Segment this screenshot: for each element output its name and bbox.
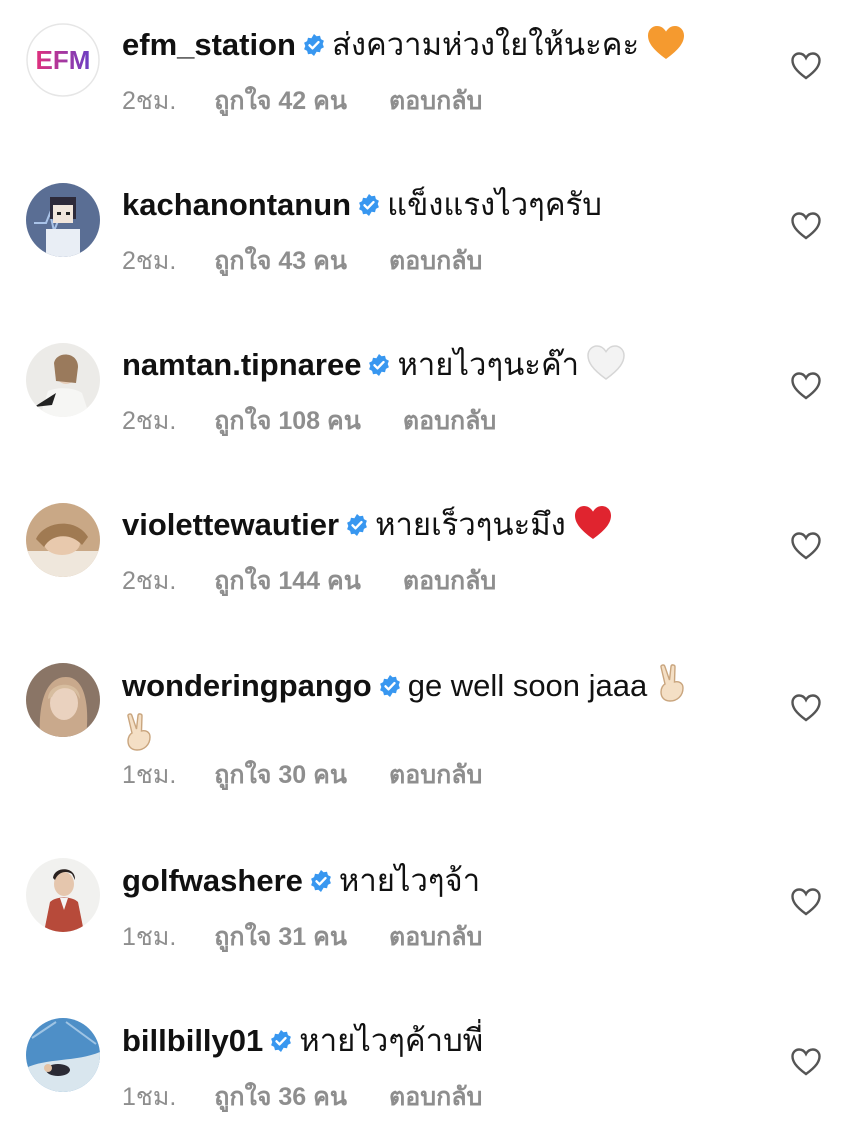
comment-meta: 2ชม. ถูกใจ 42 คน ตอบกลับ [122, 86, 482, 116]
like-heart-icon[interactable] [791, 212, 821, 240]
comment-item: wonderingpango ge well soon jaaa 1ชม. ถูกใ… [0, 640, 864, 830]
comment-line: wonderingpango ge well soon jaaa [122, 664, 742, 762]
reply-button[interactable]: ตอบกลับ [389, 87, 482, 115]
comment-text: หายไวๆจ้า [338, 863, 481, 898]
reply-button[interactable]: ตอบกลับ [403, 567, 496, 595]
comment-time: 2ชม. [122, 407, 177, 435]
verified-badge-icon [357, 186, 381, 228]
comment-username[interactable]: wonderingpango [122, 668, 372, 703]
comment-meta: 1ชม. ถูกใจ 31 คน ตอบกลับ [122, 922, 482, 952]
comment-username[interactable]: billbilly01 [122, 1023, 263, 1058]
comment-likes[interactable]: ถูกใจ 42 คน [214, 87, 347, 115]
victory-hand-icon [655, 664, 691, 713]
verified-badge-icon [378, 667, 402, 709]
reply-button[interactable]: ตอบกลับ [389, 761, 482, 789]
comment-item: violettewautier หายเร็วๆนะมึง 2ชม. ถูกใจ 1… [0, 480, 864, 630]
comment-line: violettewautier หายเร็วๆนะมึง [122, 504, 742, 552]
comment-item: golfwashere หายไวๆจ้า 1ชม. ถูกใจ 31 คน ตอบก… [0, 836, 864, 986]
comment-line: efm_station ส่งความห่วงใยให้นะคะ [122, 24, 742, 72]
comment-time: 2ชม. [122, 567, 177, 595]
comment-line: golfwashere หายไวๆจ้า [122, 860, 742, 904]
like-heart-icon[interactable] [791, 532, 821, 560]
comment-meta: 1ชม. ถูกใจ 36 คน ตอบกลับ [122, 1082, 482, 1112]
comment-meta: 1ชม. ถูกใจ 30 คน ตอบกลับ [122, 760, 482, 790]
comment-line: kachanontanun แข็งแรงไวๆครับ [122, 184, 742, 228]
like-heart-icon[interactable] [791, 694, 821, 722]
victory-hand-icon [122, 713, 158, 762]
comment-time: 2ชม. [122, 87, 177, 115]
avatar[interactable] [26, 663, 100, 737]
comment-likes[interactable]: ถูกใจ 30 คน [214, 761, 347, 789]
comment-item: billbilly01 หายไวๆค้าบพี่ 1ชม. ถูกใจ 36 คน… [0, 996, 864, 1136]
comment-username[interactable]: kachanontanun [122, 187, 351, 222]
comment-meta: 2ชม. ถูกใจ 43 คน ตอบกลับ [122, 246, 482, 276]
comment-likes[interactable]: ถูกใจ 43 คน [214, 247, 347, 275]
comment-likes[interactable]: ถูกใจ 108 คน [214, 407, 361, 435]
verified-badge-icon [309, 862, 333, 904]
comment-username[interactable]: golfwashere [122, 863, 303, 898]
comment-line: namtan.tipnaree หายไวๆนะค๊า [122, 344, 742, 392]
reply-button[interactable]: ตอบกลับ [403, 407, 496, 435]
comment-text: ส่งความห่วงใยให้นะคะ [331, 27, 640, 62]
red-heart-icon [574, 505, 612, 552]
avatar[interactable] [26, 343, 100, 417]
efm-logo-text: EFM [36, 45, 91, 75]
comment-text: หายไวๆนะค๊า [397, 347, 580, 382]
avatar[interactable] [26, 858, 100, 932]
like-heart-icon[interactable] [791, 1048, 821, 1076]
avatar[interactable] [26, 503, 100, 577]
white-heart-icon [587, 345, 625, 392]
like-heart-icon[interactable] [791, 52, 821, 80]
verified-badge-icon [367, 346, 391, 388]
orange-heart-icon [647, 25, 685, 72]
avatar[interactable] [26, 1018, 100, 1092]
comment-time: 1ชม. [122, 761, 177, 789]
comment-meta: 2ชม. ถูกใจ 108 คน ตอบกลับ [122, 406, 496, 436]
comment-item: namtan.tipnaree หายไวๆนะค๊า 2ชม. ถูกใจ 108… [0, 320, 864, 470]
comment-likes[interactable]: ถูกใจ 31 คน [214, 923, 347, 951]
reply-button[interactable]: ตอบกลับ [389, 247, 482, 275]
verified-badge-icon [345, 506, 369, 548]
like-heart-icon[interactable] [791, 888, 821, 916]
verified-badge-icon [302, 26, 326, 68]
comment-username[interactable]: efm_station [122, 27, 296, 62]
avatar[interactable]: EFM [26, 23, 100, 97]
comment-item: EFM efm_station ส่งความห่วงใยให้นะคะ 2ชม.… [0, 0, 864, 150]
reply-button[interactable]: ตอบกลับ [389, 923, 482, 951]
comment-time: 2ชม. [122, 247, 177, 275]
comment-text: แข็งแรงไวๆครับ [387, 187, 602, 222]
comment-text: หายไวๆค้าบพี่ [299, 1023, 484, 1058]
comment-line: billbilly01 หายไวๆค้าบพี่ [122, 1020, 742, 1064]
comment-item: kachanontanun แข็งแรงไวๆครับ 2ชม. ถูกใจ 43… [0, 160, 864, 310]
reply-button[interactable]: ตอบกลับ [389, 1083, 482, 1111]
comment-likes[interactable]: ถูกใจ 36 คน [214, 1083, 347, 1111]
verified-badge-icon [269, 1022, 293, 1064]
comment-time: 1ชม. [122, 923, 177, 951]
comment-text: หายเร็วๆนะมึง [375, 507, 566, 542]
like-heart-icon[interactable] [791, 372, 821, 400]
avatar[interactable] [26, 183, 100, 257]
comment-meta: 2ชม. ถูกใจ 144 คน ตอบกลับ [122, 566, 496, 596]
comment-likes[interactable]: ถูกใจ 144 คน [214, 567, 361, 595]
comment-text: ge well soon jaaa [407, 668, 648, 703]
comment-time: 1ชม. [122, 1083, 177, 1111]
comment-username[interactable]: violettewautier [122, 507, 339, 542]
comment-username[interactable]: namtan.tipnaree [122, 347, 361, 382]
